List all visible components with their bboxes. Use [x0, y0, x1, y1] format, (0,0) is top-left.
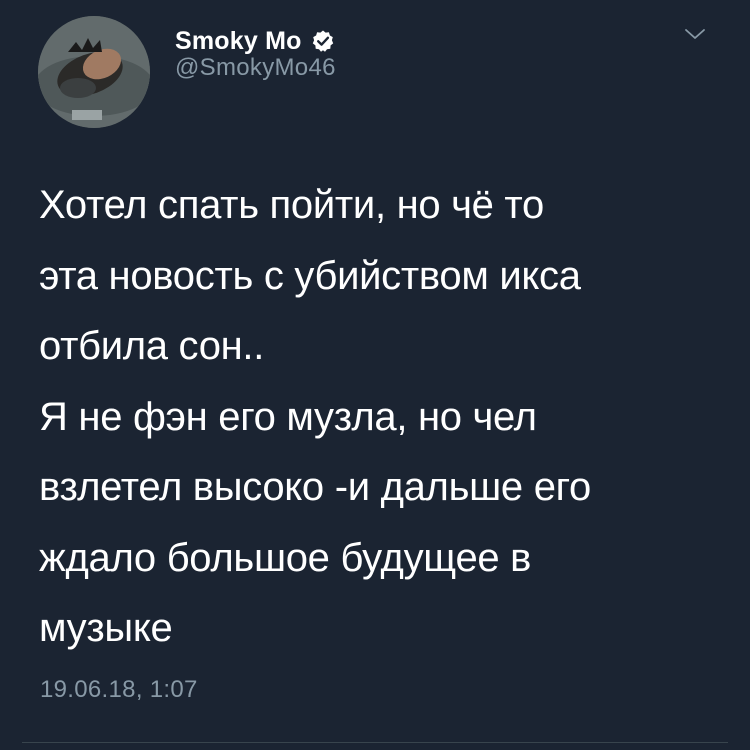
tweet-text-line: отбила сон.. — [39, 324, 265, 368]
tweet-text-line: взлетел высоко -и дальше его — [39, 465, 591, 509]
tweet-screen: Smoky Mo @SmokyMo46 Хотел спать пойти, н… — [0, 0, 750, 750]
avatar-photo-icon — [38, 16, 150, 128]
divider — [22, 742, 728, 743]
author-name-row[interactable]: Smoky Mo — [175, 24, 335, 58]
tweet-text-line: музыке — [39, 606, 173, 650]
tweet-text-line: Хотел спать пойти, но чё то — [39, 183, 544, 227]
tweet-text-line: эта новость с убийством икса — [39, 253, 581, 298]
avatar[interactable] — [38, 16, 150, 128]
tweet-text: Хотел спать пойти, но чё то эта новость … — [39, 170, 729, 664]
tweet-text-line: ждало большое будущее в — [39, 535, 532, 580]
author-name[interactable]: Smoky Mo — [175, 27, 302, 56]
author-handle[interactable]: @SmokyMo46 — [175, 54, 336, 82]
tweet-text-line: Я не фэн его музла, но чел — [39, 394, 537, 439]
chevron-down-icon[interactable] — [683, 22, 707, 46]
verified-badge-icon — [311, 29, 335, 53]
tweet-timestamp[interactable]: 19.06.18, 1:07 — [40, 676, 198, 704]
